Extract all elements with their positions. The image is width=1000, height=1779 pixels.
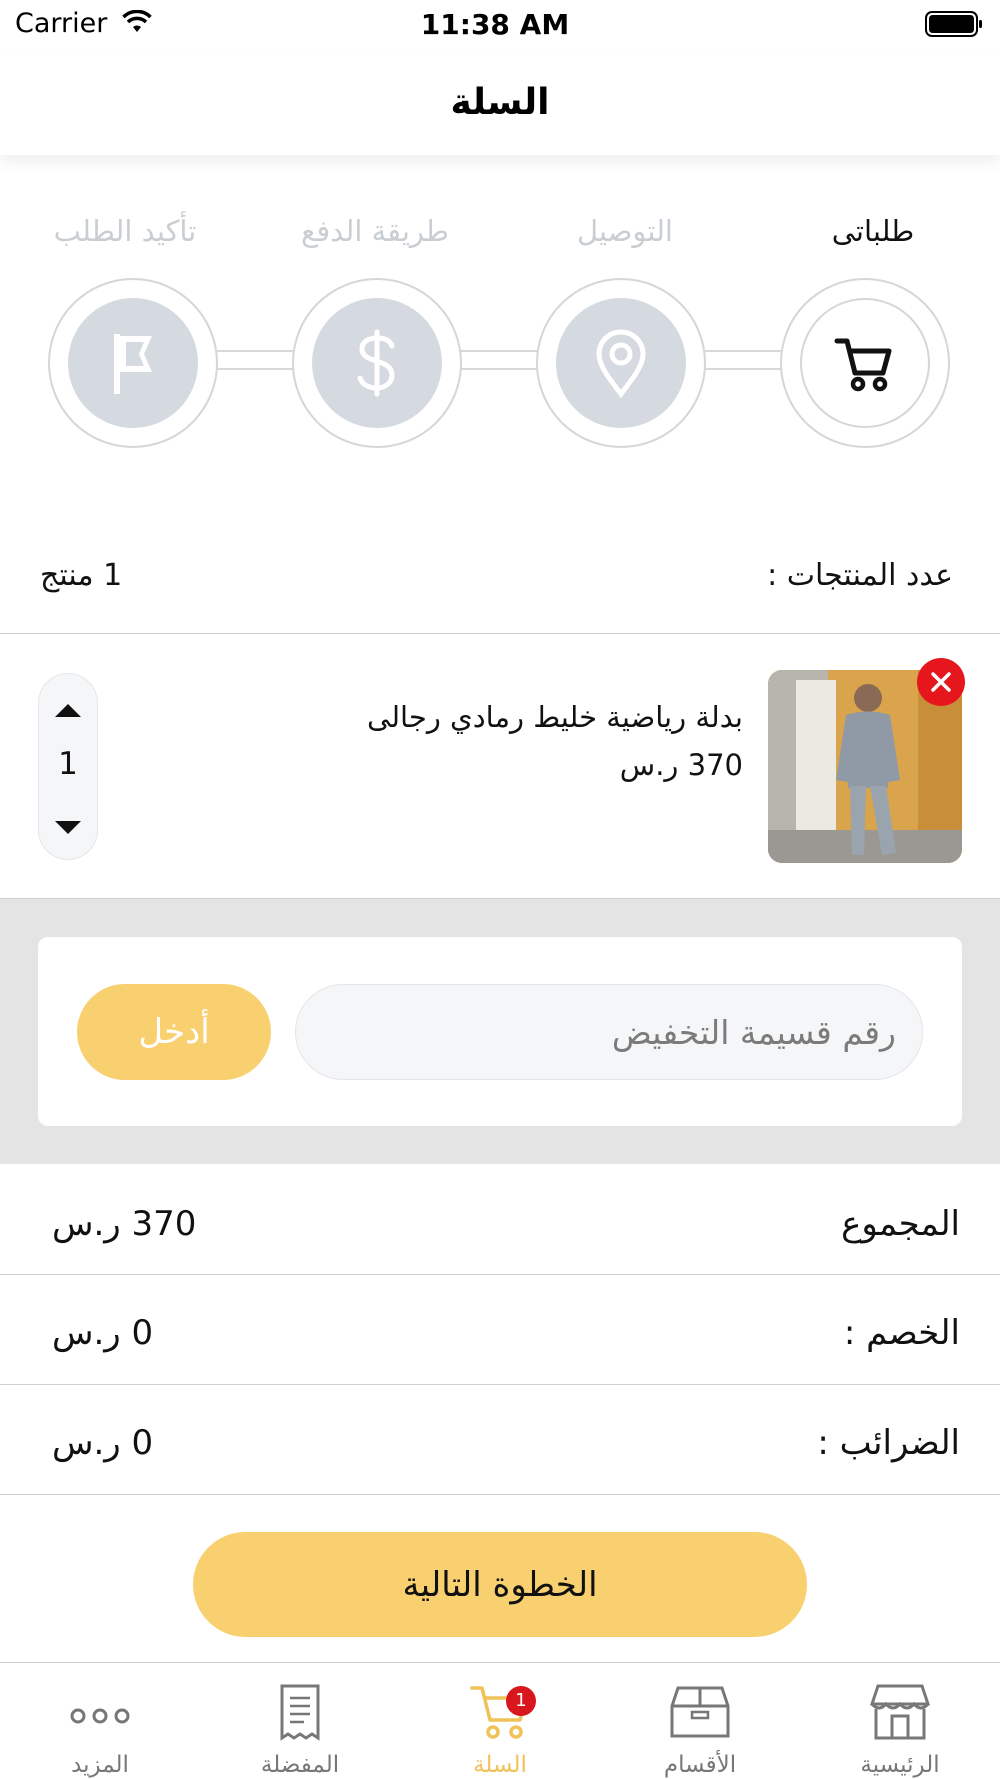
dollar-icon — [357, 329, 395, 397]
step-confirm[interactable] — [48, 278, 218, 448]
step-connector — [705, 350, 785, 370]
tab-label-more: المزيد — [71, 1752, 129, 1778]
product-price: 370 ر.س — [619, 748, 743, 782]
step-connector — [460, 350, 540, 370]
step-delivery[interactable] — [536, 278, 706, 448]
location-pin-icon — [596, 329, 646, 398]
step-orders[interactable] — [780, 278, 950, 448]
discount-label: الخصم : — [843, 1313, 960, 1353]
tax-label: الضرائب : — [817, 1423, 960, 1463]
product-count-value: 1 — [103, 558, 123, 593]
step-connector — [215, 350, 295, 370]
flag-icon — [114, 334, 152, 394]
status-bar: Carrier 11:38 AM — [0, 0, 1000, 50]
quantity-increase-button[interactable] — [55, 704, 81, 717]
document-icon — [280, 1684, 320, 1741]
divider — [0, 633, 1000, 634]
step-label-confirm: تأكيد الطلب — [53, 214, 197, 248]
remove-item-button[interactable] — [917, 658, 965, 706]
status-time: 11:38 AM — [420, 8, 570, 41]
more-dots-icon — [70, 1708, 130, 1724]
subtotal-label: المجموع — [841, 1204, 960, 1244]
next-step-button[interactable]: الخطوة التالية — [193, 1532, 807, 1637]
step-label-delivery: التوصيل — [577, 214, 673, 248]
subtotal-value: 370 ر.س — [52, 1204, 197, 1244]
quantity-value: 1 — [58, 746, 78, 782]
product-count: 1 منتج — [40, 558, 122, 593]
step-label-payment: طريقة الدفع — [300, 214, 449, 248]
store-icon — [869, 1684, 931, 1740]
tab-label-home: الرئيسية — [860, 1752, 940, 1778]
product-count-unit: منتج — [40, 558, 94, 593]
tab-label-favorites: المفضلة — [260, 1752, 340, 1778]
apply-coupon-button[interactable]: أدخل — [77, 984, 271, 1080]
quantity-stepper: 1 — [38, 673, 98, 860]
box-icon — [670, 1686, 730, 1738]
step-label-orders: طلباتى — [831, 214, 915, 248]
divider — [0, 1384, 1000, 1385]
cart-badge: 1 — [506, 1686, 536, 1716]
cart-icon — [834, 338, 892, 392]
tab-label-categories: الأقسام — [663, 1752, 737, 1778]
discount-value: 0 ر.س — [52, 1313, 154, 1353]
step-payment[interactable] — [292, 278, 462, 448]
product-count-label: عدد المنتجات : — [767, 558, 953, 593]
divider — [0, 1494, 1000, 1495]
divider — [0, 1274, 1000, 1275]
quantity-decrease-button[interactable] — [55, 821, 81, 834]
tax-value: 0 ر.س — [52, 1423, 154, 1463]
battery-icon — [925, 11, 982, 37]
coupon-code-input[interactable] — [295, 984, 923, 1080]
tab-label-cart: السلة — [473, 1752, 527, 1778]
close-icon — [931, 672, 951, 692]
page-title: السلة — [450, 82, 550, 123]
product-name: بدلة رياضية خليط رمادي رجالى — [367, 700, 743, 734]
